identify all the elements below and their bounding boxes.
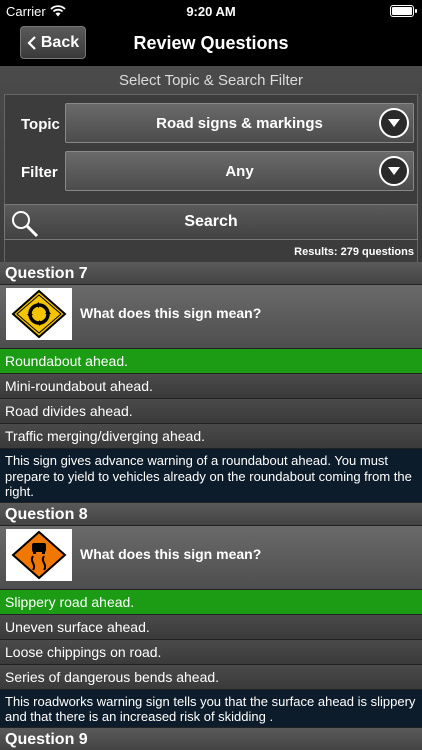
navigation-bar: Back Review Questions xyxy=(0,22,422,66)
topic-label: Topic xyxy=(21,116,60,133)
filter-dropdown-value: Any xyxy=(225,162,254,180)
question-body[interactable]: What does this sign mean? xyxy=(0,285,422,349)
answer-explanation: This sign gives advance warning of a rou… xyxy=(0,449,422,503)
question-body[interactable]: What does this sign mean? xyxy=(0,525,422,590)
answer-option[interactable]: Mini-roundabout ahead. xyxy=(0,374,422,399)
status-bar: Carrier 9:20 AM xyxy=(0,0,422,22)
answer-explanation: This roadworks warning sign tells you th… xyxy=(0,689,422,728)
results-count: Results: 279 questions xyxy=(294,246,414,258)
answer-option-correct[interactable]: Slippery road ahead. xyxy=(0,589,422,615)
answer-option[interactable]: Loose chippings on road. xyxy=(0,639,422,665)
chevron-down-icon xyxy=(379,108,409,138)
answer-option[interactable]: Road divides ahead. xyxy=(0,399,422,424)
question-prompt: What does this sign mean? xyxy=(80,305,262,321)
search-button-label: Search xyxy=(184,213,238,230)
question-title: Question 7 xyxy=(0,262,422,285)
sign-image xyxy=(6,528,72,581)
chevron-down-icon xyxy=(379,156,409,186)
slippery-road-sign-icon xyxy=(11,530,67,579)
answer-option[interactable]: Series of dangerous bends ahead. xyxy=(0,664,422,690)
topic-dropdown-value: Road signs & markings xyxy=(156,114,323,132)
question-title: Question 8 xyxy=(0,502,422,526)
filter-dropdown[interactable]: Any xyxy=(65,151,414,191)
search-button[interactable]: Search xyxy=(4,204,418,240)
answer-option[interactable]: Uneven surface ahead. xyxy=(0,614,422,640)
question-prompt: What does this sign mean? xyxy=(80,545,262,562)
magnifier-icon xyxy=(12,211,39,238)
sign-image xyxy=(6,288,72,340)
filter-label: Filter xyxy=(21,164,58,181)
answer-option[interactable]: Traffic merging/diverging ahead. xyxy=(0,424,422,449)
topic-dropdown[interactable]: Road signs & markings xyxy=(65,103,414,143)
battery-icon xyxy=(390,5,417,17)
page-title: Review Questions xyxy=(133,33,289,53)
roundabout-sign-icon xyxy=(11,289,67,339)
question-list[interactable]: Question 7 What does this sign mean? Rou… xyxy=(0,262,422,750)
answer-option-correct[interactable]: Roundabout ahead. xyxy=(0,349,422,374)
filter-panel-header: Select Topic & Search Filter xyxy=(119,72,303,89)
status-time: 9:20 AM xyxy=(186,4,236,19)
question-title: Question 9 xyxy=(0,727,422,750)
